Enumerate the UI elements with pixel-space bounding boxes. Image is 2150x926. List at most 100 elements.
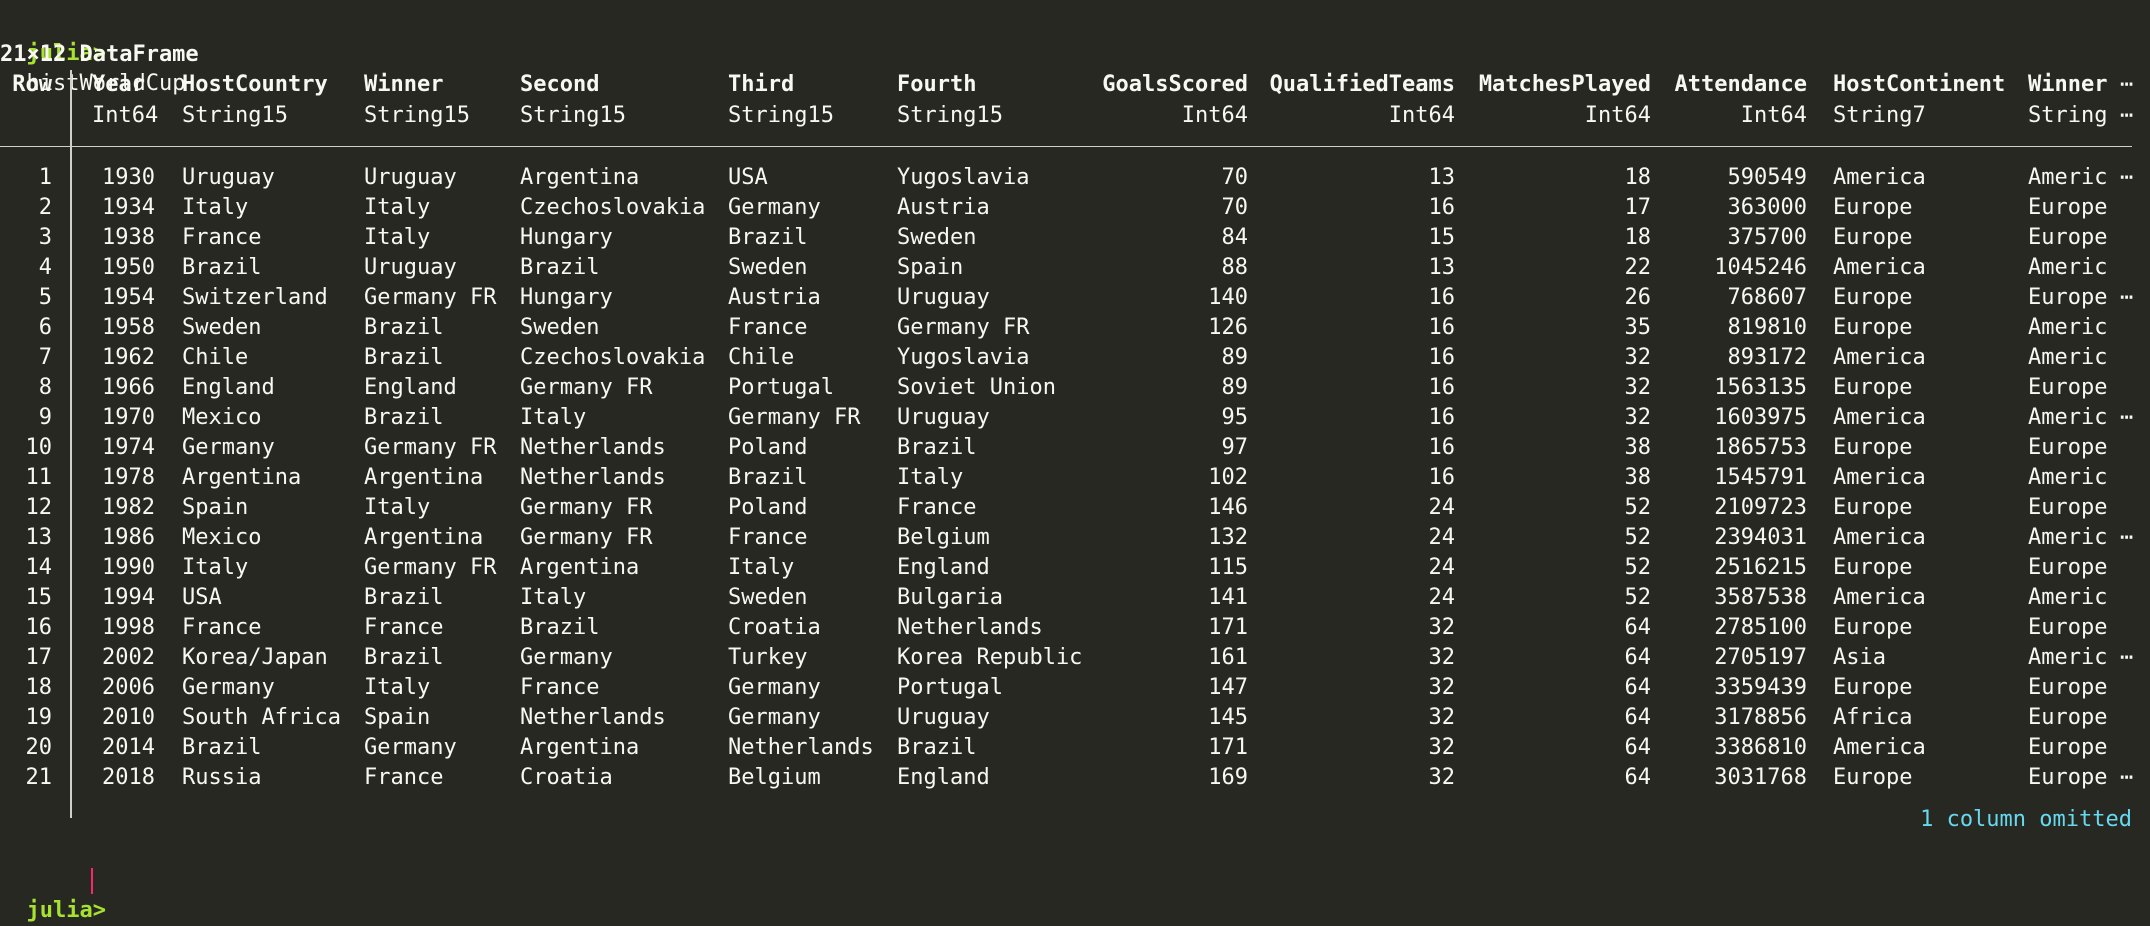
cell-matchesplayed: 52 — [1624, 525, 1652, 550]
row-index: 10 — [25, 435, 53, 460]
cell-year: 1966 — [102, 375, 155, 400]
cell-attendance: 590549 — [1727, 165, 1807, 190]
cell-winner: Europe — [2028, 285, 2108, 310]
cell-goalsscored: 88 — [1221, 255, 1249, 280]
cell-fourth: Portugal — [897, 675, 1003, 700]
cell-winner: Europe — [2028, 435, 2108, 460]
cell-third: Chile — [728, 345, 795, 370]
cell-goalsscored: 171 — [1208, 615, 1248, 640]
cell-hostcontinent: Europe — [1833, 555, 1913, 580]
dataframe-summary: 21×12 DataFrame — [0, 42, 199, 67]
row-index: 16 — [25, 615, 53, 640]
column-header-hostcontinent: HostContinent — [1833, 72, 2006, 97]
cell-fourth: Belgium — [897, 525, 990, 550]
cell-attendance: 1545791 — [1714, 465, 1807, 490]
cell-attendance: 1563135 — [1714, 375, 1807, 400]
cell-attendance: 3386810 — [1714, 735, 1807, 760]
cell-qualifiedteams: 24 — [1428, 585, 1456, 610]
cell-fourth: England — [897, 555, 990, 580]
cell-matchesplayed: 32 — [1624, 345, 1652, 370]
cell-winner: Americ — [2028, 645, 2108, 670]
cell-qualifiedteams: 32 — [1428, 705, 1456, 730]
row-index: 20 — [25, 735, 53, 760]
cell-qualifiedteams: 32 — [1428, 645, 1456, 670]
cell-winner: Europe — [2028, 195, 2108, 220]
cell-second: Argentina — [520, 555, 640, 580]
cell-third: Brazil — [728, 225, 808, 250]
cell-attendance: 3178856 — [1714, 705, 1807, 730]
cell-fourth: Yugoslavia — [897, 165, 1030, 190]
cell-winner: France — [364, 765, 444, 790]
cell-year: 1954 — [102, 285, 155, 310]
cell-hostcountry: Sweden — [182, 315, 262, 340]
column-type-second: String15 — [520, 103, 626, 128]
cell-hostcontinent: Asia — [1833, 645, 1886, 670]
column-header-qualifiedteams: QualifiedTeams — [1269, 72, 1455, 97]
row-index: 4 — [38, 255, 52, 280]
row-ellipsis: ⋯ — [2120, 645, 2134, 670]
cell-hostcountry: France — [182, 615, 262, 640]
cell-winner: Uruguay — [364, 255, 457, 280]
column-type-year: Int64 — [92, 103, 159, 128]
row-ellipsis: ⋯ — [2120, 165, 2134, 190]
cell-attendance: 3031768 — [1714, 765, 1807, 790]
cell-second: Croatia — [520, 765, 613, 790]
row-index: 13 — [25, 525, 53, 550]
cell-third: Germany FR — [728, 405, 861, 430]
cell-goalsscored: 97 — [1221, 435, 1249, 460]
cell-qualifiedteams: 32 — [1428, 735, 1456, 760]
cell-third: Sweden — [728, 585, 808, 610]
column-type-winner: String — [2028, 103, 2108, 128]
column-header-second: Second — [520, 72, 600, 97]
cell-third: Turkey — [728, 645, 808, 670]
column-type-hostcontinent: String7 — [1833, 103, 1926, 128]
cell-attendance: 1045246 — [1714, 255, 1807, 280]
row-index: 7 — [38, 345, 52, 370]
cell-winner: Spain — [364, 705, 431, 730]
cell-hostcountry: USA — [182, 585, 222, 610]
cell-matchesplayed: 52 — [1624, 555, 1652, 580]
cell-attendance: 819810 — [1727, 315, 1807, 340]
cell-matchesplayed: 26 — [1624, 285, 1652, 310]
cell-fourth: Netherlands — [897, 615, 1043, 640]
cell-third: Germany — [728, 705, 821, 730]
cell-matchesplayed: 52 — [1624, 495, 1652, 520]
row-index: 17 — [25, 645, 53, 670]
cell-second: Czechoslovakia — [520, 195, 706, 220]
cell-winner: Americ — [2028, 465, 2108, 490]
cell-matchesplayed: 64 — [1624, 615, 1652, 640]
cell-hostcontinent: Europe — [1833, 195, 1913, 220]
cell-fourth: Uruguay — [897, 705, 990, 730]
cell-fourth: Germany FR — [897, 315, 1030, 340]
cell-second: Argentina — [520, 735, 640, 760]
column-type-goalsscored: Int64 — [1181, 103, 1248, 128]
cell-hostcountry: Germany — [182, 675, 275, 700]
cell-attendance: 2785100 — [1714, 615, 1807, 640]
cell-year: 1934 — [102, 195, 155, 220]
cell-matchesplayed: 64 — [1624, 705, 1652, 730]
cell-qualifiedteams: 16 — [1428, 405, 1456, 430]
cell-winner: Europe — [2028, 765, 2108, 790]
cell-year: 1938 — [102, 225, 155, 250]
cell-winner: Europe — [2028, 735, 2108, 760]
cell-goalsscored: 115 — [1208, 555, 1248, 580]
row-index: 2 — [38, 195, 52, 220]
cell-second: Brazil — [520, 615, 600, 640]
cell-second: Germany FR — [520, 495, 653, 520]
row-index: 19 — [25, 705, 53, 730]
cell-hostcountry: Chile — [182, 345, 249, 370]
cell-attendance: 363000 — [1727, 195, 1807, 220]
cell-winner: Europe — [2028, 555, 2108, 580]
column-header-winner: Winner — [364, 72, 444, 97]
cell-winner: Argentina — [364, 525, 484, 550]
column-header-winner: Winner — [2028, 72, 2108, 97]
cell-qualifiedteams: 13 — [1428, 255, 1456, 280]
cell-qualifiedteams: 16 — [1428, 315, 1456, 340]
row-index: 8 — [38, 375, 52, 400]
cell-matchesplayed: 18 — [1624, 165, 1652, 190]
cell-hostcountry: Italy — [182, 195, 249, 220]
cell-qualifiedteams: 32 — [1428, 765, 1456, 790]
cell-hostcontinent: Europe — [1833, 675, 1913, 700]
column-type-winner: String15 — [364, 103, 470, 128]
cell-goalsscored: 126 — [1208, 315, 1248, 340]
